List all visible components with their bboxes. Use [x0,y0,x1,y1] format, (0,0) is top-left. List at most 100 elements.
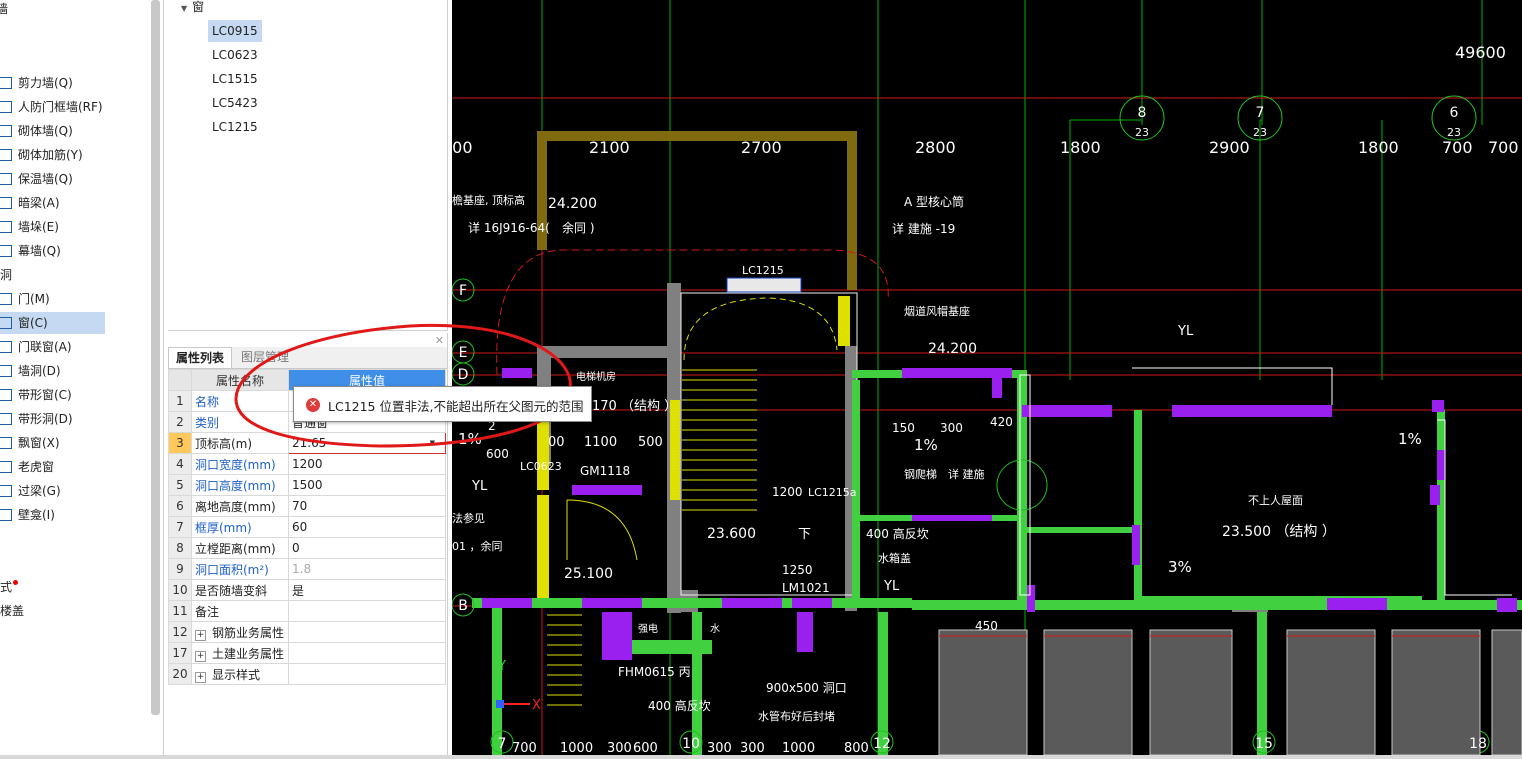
property-group[interactable]: + 显示样式 [191,663,289,685]
tree-item[interactable]: 飘窗(X) [0,432,150,454]
tree-item[interactable]: 带形洞(D) [0,408,150,430]
tree-item[interactable]: 门联窗(A) [0,336,150,358]
property-row[interactable]: 7 框厚(mm) 60 [168,516,446,538]
tree-item-label: 砌体加筋(Y) [18,148,83,162]
property-row[interactable]: 12 + 钢筋业务属性 [168,621,446,643]
tree-item[interactable]: 保温墙(Q) [0,168,150,190]
tree-item-label: 墙洞(D) [18,364,61,378]
caret-down-icon[interactable]: ▼ [181,4,187,13]
property-row[interactable]: 9 洞口面积(m²) 1.8 [168,558,446,580]
property-value[interactable] [288,663,446,685]
dim-bottom-2: 300 [607,741,632,755]
axis-label-7: 7 [1256,105,1265,121]
dim-total: 49600 [1455,43,1506,62]
property-group[interactable]: + 钢筋业务属性 [191,621,289,643]
tree-item[interactable]: 剪力墙(Q) [0,72,150,94]
dropdown-arrow-icon[interactable]: ▼ [430,439,435,447]
dim-bottom-5: 300 [740,741,765,755]
dim-top-6: 1800 [1358,138,1399,157]
masonry-wall-icon [0,124,12,137]
stair-arc [683,297,838,361]
tree-item[interactable]: 墙垛(E) [0,216,150,238]
tab-layer-management[interactable]: 图层管理 [234,347,296,367]
label-fan-base: 烟道风帽基座 [904,304,970,318]
list-category[interactable]: ▼ 窗 [181,0,204,16]
dim-bottom-0: 700 [512,741,537,755]
list-item[interactable]: LC5423 [208,92,262,114]
label-dim-300: 300 [940,421,963,435]
tree-item[interactable]: 砌体墙(Q) [0,120,150,142]
niche-icon [0,508,12,521]
tree-item[interactable]: 人防门框墙(RF) [0,96,150,118]
label-dim-150: 150 [892,421,915,435]
label-elev-3: 23.600 [707,526,756,542]
list-item[interactable]: LC0623 [208,44,262,66]
tree-item[interactable]: 窗(C) [0,312,105,334]
property-value[interactable] [288,600,446,622]
property-value[interactable]: 是 [288,579,446,601]
property-row[interactable]: 5 洞口高度(mm) 1500 [168,474,446,496]
tree-item[interactable]: 老虎窗 [0,456,150,478]
close-icon[interactable]: ✕ [435,334,444,347]
property-name: 框厚(mm) [191,516,289,538]
label-elev-2: 24.200 [928,341,977,357]
list-item[interactable]: LC1215 [208,116,262,138]
expand-icon[interactable]: + [195,650,206,662]
property-value[interactable]: 70 [288,495,446,517]
cad-canvas[interactable]: 300 2100 2700 2800 1800 2900 1800 700 70… [452,0,1522,755]
tree-item[interactable]: 门(M) [0,288,150,310]
row-axis-E: E [459,345,468,361]
dormer-icon [0,460,12,473]
label-stair-detail: 详 建施 [948,467,985,481]
property-row[interactable]: 3 顶标高(m) 21.65 ▼ [168,432,446,454]
property-row[interactable]: 17 + 土建业务属性 [168,642,446,664]
tree-item-label: 砌体墙(Q) [18,124,73,138]
property-value[interactable]: 60 [288,516,446,538]
label-dim-450: 450 [975,619,998,633]
axis-sub-7: 23 [1253,126,1267,139]
property-row[interactable]: 20 + 显示样式 [168,663,446,685]
row-index: 17 [168,642,192,664]
property-row[interactable]: 4 洞口宽度(mm) 1200 [168,453,446,475]
tree-item[interactable]: 砌体加筋(Y) [0,144,150,166]
tree-item-label: 墙垛(E) [18,220,59,234]
axis-sub-8: 23 [1135,126,1149,139]
list-item[interactable]: LC1515 [208,68,262,90]
property-value[interactable]: 1200 [288,453,446,475]
error-icon: ✕ [306,398,320,412]
wall-pier-icon [0,220,12,233]
expand-icon[interactable]: + [195,629,206,641]
tree-item[interactable]: 暗梁(A) [0,192,150,214]
tree-item-label: 带形洞(D) [18,412,73,426]
list-item[interactable]: LC0915 [208,20,262,42]
label-yl: YL [1177,324,1194,339]
row-axis-F: F [459,283,467,299]
dim-top-7: 700 [1442,138,1473,157]
property-value[interactable]: 0 [288,537,446,559]
strip-window-icon [0,388,12,401]
tree-item[interactable]: 壁龛(I) [0,504,150,526]
property-row[interactable]: 11 备注 [168,600,446,622]
row-index: 10 [168,579,192,601]
tree-item[interactable]: 幕墙(Q) [0,240,150,262]
tree-item-label: 幕墙(Q) [18,244,61,258]
property-value-input[interactable]: 21.65 ▼ [288,432,446,454]
property-row[interactable]: 8 立樘距离(mm) 0 [168,537,446,559]
property-value[interactable] [288,621,446,643]
property-group[interactable]: + 土建业务属性 [191,642,289,664]
tree-item[interactable]: 带形窗(C) [0,384,150,406]
property-value[interactable] [288,642,446,664]
expand-icon[interactable]: + [195,671,206,683]
property-value[interactable]: 1.8 [288,558,446,580]
dim-bottom-6: 1000 [782,741,815,755]
cad-drawing[interactable]: 300 2100 2700 2800 1800 2900 1800 700 70… [452,0,1522,755]
tab-property-list[interactable]: 属性列表 [168,347,233,368]
property-row[interactable]: 10 是否随墙变斜是 [168,579,446,601]
tree-scrollbar[interactable] [151,0,160,715]
property-row[interactable]: 6 离地高度(mm) 70 [168,495,446,517]
tree-item[interactable]: 过梁(G) [0,480,150,502]
property-value[interactable]: 1500 [288,474,446,496]
tree-item[interactable]: 墙洞(D) [0,360,150,382]
property-name: 类别 [191,411,289,433]
dim-top-0: 300 [452,138,473,157]
